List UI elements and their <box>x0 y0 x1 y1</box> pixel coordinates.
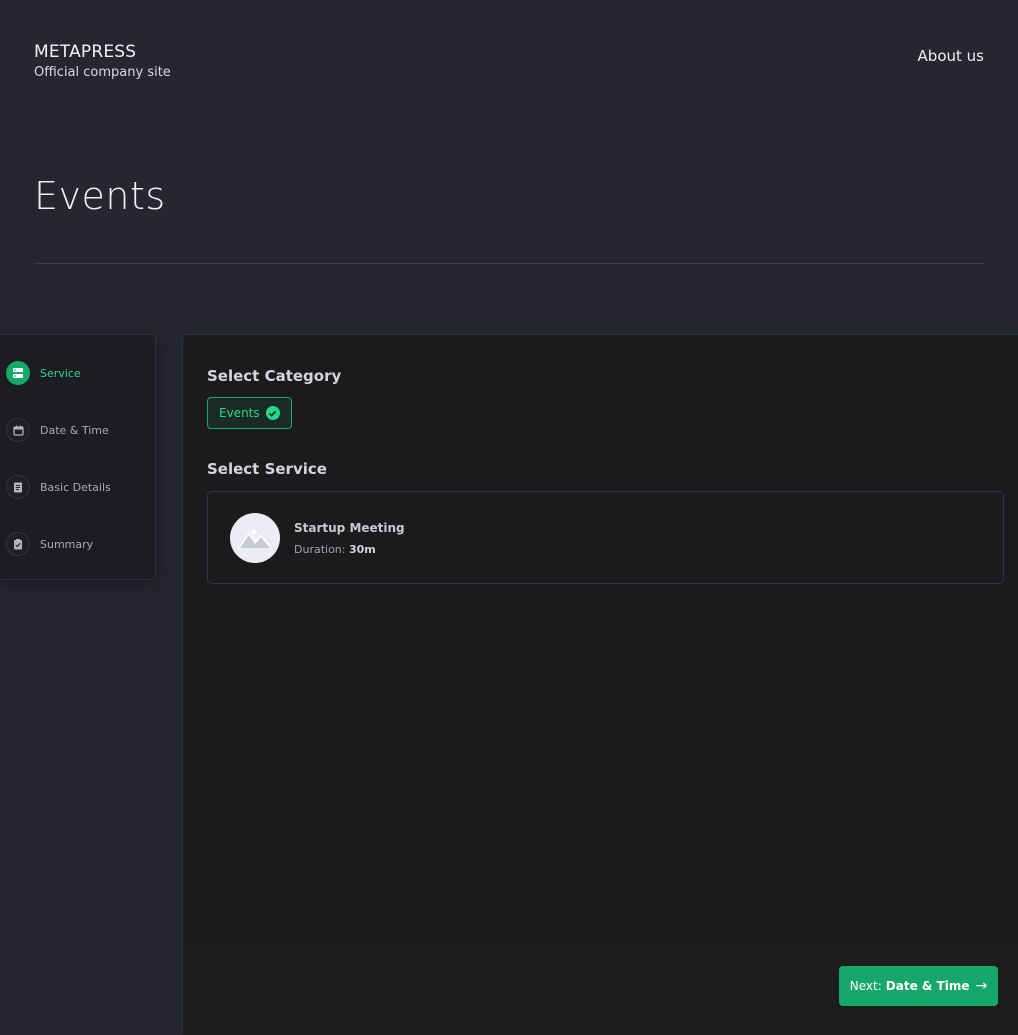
service-heading: Select Service <box>207 460 327 478</box>
category-chip-label: Events <box>219 406 260 420</box>
step-label: Service <box>40 366 81 380</box>
step-date-time[interactable]: Date & Time <box>6 418 109 442</box>
clipboard-check-icon <box>6 532 30 556</box>
divider <box>34 263 984 264</box>
document-icon <box>6 475 30 499</box>
check-circle-icon <box>265 406 280 420</box>
duration-label: Duration: <box>294 543 346 556</box>
category-chip-events[interactable]: Events <box>207 397 292 429</box>
step-summary[interactable]: Summary <box>6 532 93 556</box>
arrow-right-icon: → <box>975 978 988 994</box>
step-label: Summary <box>40 537 94 551</box>
steps-sidebar: Service Date & Time Basic Details Summar… <box>0 334 156 580</box>
nav-link-about[interactable]: About us <box>918 47 984 65</box>
server-icon <box>6 361 30 385</box>
next-button-target: Date & Time <box>885 979 970 993</box>
next-button-prefix: Next: <box>849 979 882 993</box>
service-name: Startup Meeting <box>294 521 405 535</box>
panel-footer: Next: Date & Time → <box>183 947 1018 1035</box>
brand-tagline: Official company site <box>34 65 171 80</box>
booking-panel: Select Category Events Select Service St… <box>182 334 1018 1035</box>
service-duration: Duration: 30m <box>294 543 376 556</box>
duration-value: 30m <box>348 543 376 556</box>
step-basic-details[interactable]: Basic Details <box>6 475 111 499</box>
brand-name[interactable]: METAPRESS <box>34 42 171 62</box>
calendar-icon <box>6 418 30 442</box>
service-card[interactable]: Startup Meeting Duration: 30m <box>207 491 1004 584</box>
image-placeholder-icon <box>230 513 280 563</box>
step-label: Date & Time <box>40 423 109 437</box>
category-heading: Select Category <box>207 367 342 385</box>
site-header: METAPRESS Official company site <box>34 42 171 80</box>
step-label: Basic Details <box>40 480 111 494</box>
page-title: Events <box>34 174 166 218</box>
step-service[interactable]: Service <box>6 361 81 385</box>
next-button[interactable]: Next: Date & Time → <box>839 966 998 1006</box>
